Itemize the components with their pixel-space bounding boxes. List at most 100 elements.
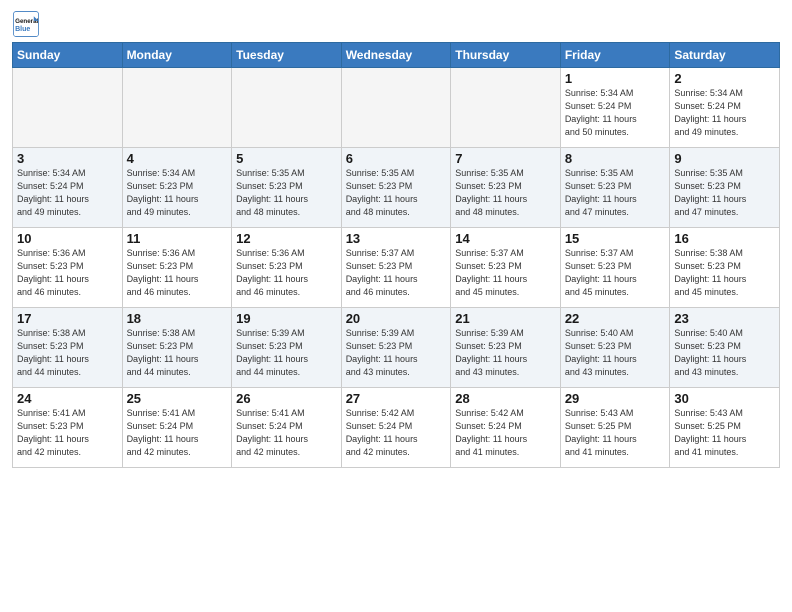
day-info: Sunrise: 5:37 AM Sunset: 5:23 PM Dayligh… bbox=[346, 247, 447, 299]
day-number: 9 bbox=[674, 151, 775, 166]
day-info: Sunrise: 5:35 AM Sunset: 5:23 PM Dayligh… bbox=[455, 167, 556, 219]
calendar-cell: 21Sunrise: 5:39 AM Sunset: 5:23 PM Dayli… bbox=[451, 308, 561, 388]
day-number: 25 bbox=[127, 391, 228, 406]
day-number: 5 bbox=[236, 151, 337, 166]
day-number: 4 bbox=[127, 151, 228, 166]
week-row-1: 1Sunrise: 5:34 AM Sunset: 5:24 PM Daylig… bbox=[13, 68, 780, 148]
calendar-cell: 24Sunrise: 5:41 AM Sunset: 5:23 PM Dayli… bbox=[13, 388, 123, 468]
day-info: Sunrise: 5:40 AM Sunset: 5:23 PM Dayligh… bbox=[565, 327, 666, 379]
calendar-cell: 6Sunrise: 5:35 AM Sunset: 5:23 PM Daylig… bbox=[341, 148, 451, 228]
day-number: 20 bbox=[346, 311, 447, 326]
calendar-cell: 1Sunrise: 5:34 AM Sunset: 5:24 PM Daylig… bbox=[560, 68, 670, 148]
calendar-cell bbox=[341, 68, 451, 148]
day-number: 3 bbox=[17, 151, 118, 166]
day-info: Sunrise: 5:42 AM Sunset: 5:24 PM Dayligh… bbox=[346, 407, 447, 459]
day-number: 16 bbox=[674, 231, 775, 246]
day-number: 22 bbox=[565, 311, 666, 326]
calendar-cell: 2Sunrise: 5:34 AM Sunset: 5:24 PM Daylig… bbox=[670, 68, 780, 148]
day-info: Sunrise: 5:41 AM Sunset: 5:23 PM Dayligh… bbox=[17, 407, 118, 459]
day-info: Sunrise: 5:34 AM Sunset: 5:24 PM Dayligh… bbox=[565, 87, 666, 139]
calendar-cell: 8Sunrise: 5:35 AM Sunset: 5:23 PM Daylig… bbox=[560, 148, 670, 228]
day-info: Sunrise: 5:39 AM Sunset: 5:23 PM Dayligh… bbox=[346, 327, 447, 379]
day-info: Sunrise: 5:40 AM Sunset: 5:23 PM Dayligh… bbox=[674, 327, 775, 379]
day-number: 12 bbox=[236, 231, 337, 246]
day-number: 26 bbox=[236, 391, 337, 406]
calendar-cell: 13Sunrise: 5:37 AM Sunset: 5:23 PM Dayli… bbox=[341, 228, 451, 308]
logo: General Blue bbox=[12, 10, 44, 38]
day-number: 17 bbox=[17, 311, 118, 326]
calendar-cell: 19Sunrise: 5:39 AM Sunset: 5:23 PM Dayli… bbox=[232, 308, 342, 388]
day-number: 13 bbox=[346, 231, 447, 246]
calendar-cell: 10Sunrise: 5:36 AM Sunset: 5:23 PM Dayli… bbox=[13, 228, 123, 308]
calendar-cell: 15Sunrise: 5:37 AM Sunset: 5:23 PM Dayli… bbox=[560, 228, 670, 308]
day-number: 14 bbox=[455, 231, 556, 246]
day-number: 30 bbox=[674, 391, 775, 406]
calendar-table: SundayMondayTuesdayWednesdayThursdayFrid… bbox=[12, 42, 780, 468]
calendar-cell: 9Sunrise: 5:35 AM Sunset: 5:23 PM Daylig… bbox=[670, 148, 780, 228]
col-header-tuesday: Tuesday bbox=[232, 43, 342, 68]
day-info: Sunrise: 5:37 AM Sunset: 5:23 PM Dayligh… bbox=[565, 247, 666, 299]
day-info: Sunrise: 5:43 AM Sunset: 5:25 PM Dayligh… bbox=[565, 407, 666, 459]
calendar-cell: 5Sunrise: 5:35 AM Sunset: 5:23 PM Daylig… bbox=[232, 148, 342, 228]
calendar-cell: 4Sunrise: 5:34 AM Sunset: 5:23 PM Daylig… bbox=[122, 148, 232, 228]
day-number: 2 bbox=[674, 71, 775, 86]
calendar-cell: 14Sunrise: 5:37 AM Sunset: 5:23 PM Dayli… bbox=[451, 228, 561, 308]
day-info: Sunrise: 5:41 AM Sunset: 5:24 PM Dayligh… bbox=[127, 407, 228, 459]
day-info: Sunrise: 5:35 AM Sunset: 5:23 PM Dayligh… bbox=[674, 167, 775, 219]
day-number: 6 bbox=[346, 151, 447, 166]
header-row: SundayMondayTuesdayWednesdayThursdayFrid… bbox=[13, 43, 780, 68]
day-number: 15 bbox=[565, 231, 666, 246]
calendar-cell: 30Sunrise: 5:43 AM Sunset: 5:25 PM Dayli… bbox=[670, 388, 780, 468]
calendar-cell: 18Sunrise: 5:38 AM Sunset: 5:23 PM Dayli… bbox=[122, 308, 232, 388]
day-number: 7 bbox=[455, 151, 556, 166]
day-info: Sunrise: 5:38 AM Sunset: 5:23 PM Dayligh… bbox=[674, 247, 775, 299]
day-info: Sunrise: 5:42 AM Sunset: 5:24 PM Dayligh… bbox=[455, 407, 556, 459]
calendar-cell: 23Sunrise: 5:40 AM Sunset: 5:23 PM Dayli… bbox=[670, 308, 780, 388]
day-info: Sunrise: 5:35 AM Sunset: 5:23 PM Dayligh… bbox=[346, 167, 447, 219]
day-number: 1 bbox=[565, 71, 666, 86]
calendar-cell: 22Sunrise: 5:40 AM Sunset: 5:23 PM Dayli… bbox=[560, 308, 670, 388]
day-number: 27 bbox=[346, 391, 447, 406]
day-info: Sunrise: 5:39 AM Sunset: 5:23 PM Dayligh… bbox=[236, 327, 337, 379]
day-info: Sunrise: 5:34 AM Sunset: 5:24 PM Dayligh… bbox=[674, 87, 775, 139]
day-info: Sunrise: 5:36 AM Sunset: 5:23 PM Dayligh… bbox=[127, 247, 228, 299]
day-number: 24 bbox=[17, 391, 118, 406]
day-info: Sunrise: 5:34 AM Sunset: 5:23 PM Dayligh… bbox=[127, 167, 228, 219]
calendar-cell: 11Sunrise: 5:36 AM Sunset: 5:23 PM Dayli… bbox=[122, 228, 232, 308]
day-number: 21 bbox=[455, 311, 556, 326]
calendar-cell: 26Sunrise: 5:41 AM Sunset: 5:24 PM Dayli… bbox=[232, 388, 342, 468]
day-number: 19 bbox=[236, 311, 337, 326]
day-info: Sunrise: 5:43 AM Sunset: 5:25 PM Dayligh… bbox=[674, 407, 775, 459]
calendar-cell: 25Sunrise: 5:41 AM Sunset: 5:24 PM Dayli… bbox=[122, 388, 232, 468]
calendar-cell: 7Sunrise: 5:35 AM Sunset: 5:23 PM Daylig… bbox=[451, 148, 561, 228]
col-header-monday: Monday bbox=[122, 43, 232, 68]
main-container: General Blue SundayMondayTuesdayWednesda… bbox=[0, 0, 792, 476]
week-row-3: 10Sunrise: 5:36 AM Sunset: 5:23 PM Dayli… bbox=[13, 228, 780, 308]
day-info: Sunrise: 5:39 AM Sunset: 5:23 PM Dayligh… bbox=[455, 327, 556, 379]
calendar-cell: 29Sunrise: 5:43 AM Sunset: 5:25 PM Dayli… bbox=[560, 388, 670, 468]
day-info: Sunrise: 5:35 AM Sunset: 5:23 PM Dayligh… bbox=[236, 167, 337, 219]
week-row-5: 24Sunrise: 5:41 AM Sunset: 5:23 PM Dayli… bbox=[13, 388, 780, 468]
day-number: 23 bbox=[674, 311, 775, 326]
calendar-cell: 3Sunrise: 5:34 AM Sunset: 5:24 PM Daylig… bbox=[13, 148, 123, 228]
day-info: Sunrise: 5:36 AM Sunset: 5:23 PM Dayligh… bbox=[17, 247, 118, 299]
calendar-cell: 17Sunrise: 5:38 AM Sunset: 5:23 PM Dayli… bbox=[13, 308, 123, 388]
col-header-friday: Friday bbox=[560, 43, 670, 68]
svg-text:Blue: Blue bbox=[15, 26, 30, 33]
day-number: 28 bbox=[455, 391, 556, 406]
calendar-cell bbox=[122, 68, 232, 148]
calendar-cell: 16Sunrise: 5:38 AM Sunset: 5:23 PM Dayli… bbox=[670, 228, 780, 308]
day-number: 11 bbox=[127, 231, 228, 246]
calendar-cell: 28Sunrise: 5:42 AM Sunset: 5:24 PM Dayli… bbox=[451, 388, 561, 468]
calendar-cell: 20Sunrise: 5:39 AM Sunset: 5:23 PM Dayli… bbox=[341, 308, 451, 388]
week-row-4: 17Sunrise: 5:38 AM Sunset: 5:23 PM Dayli… bbox=[13, 308, 780, 388]
day-info: Sunrise: 5:36 AM Sunset: 5:23 PM Dayligh… bbox=[236, 247, 337, 299]
col-header-sunday: Sunday bbox=[13, 43, 123, 68]
col-header-wednesday: Wednesday bbox=[341, 43, 451, 68]
calendar-cell bbox=[451, 68, 561, 148]
day-number: 18 bbox=[127, 311, 228, 326]
calendar-cell: 27Sunrise: 5:42 AM Sunset: 5:24 PM Dayli… bbox=[341, 388, 451, 468]
calendar-cell: 12Sunrise: 5:36 AM Sunset: 5:23 PM Dayli… bbox=[232, 228, 342, 308]
calendar-cell bbox=[232, 68, 342, 148]
col-header-saturday: Saturday bbox=[670, 43, 780, 68]
